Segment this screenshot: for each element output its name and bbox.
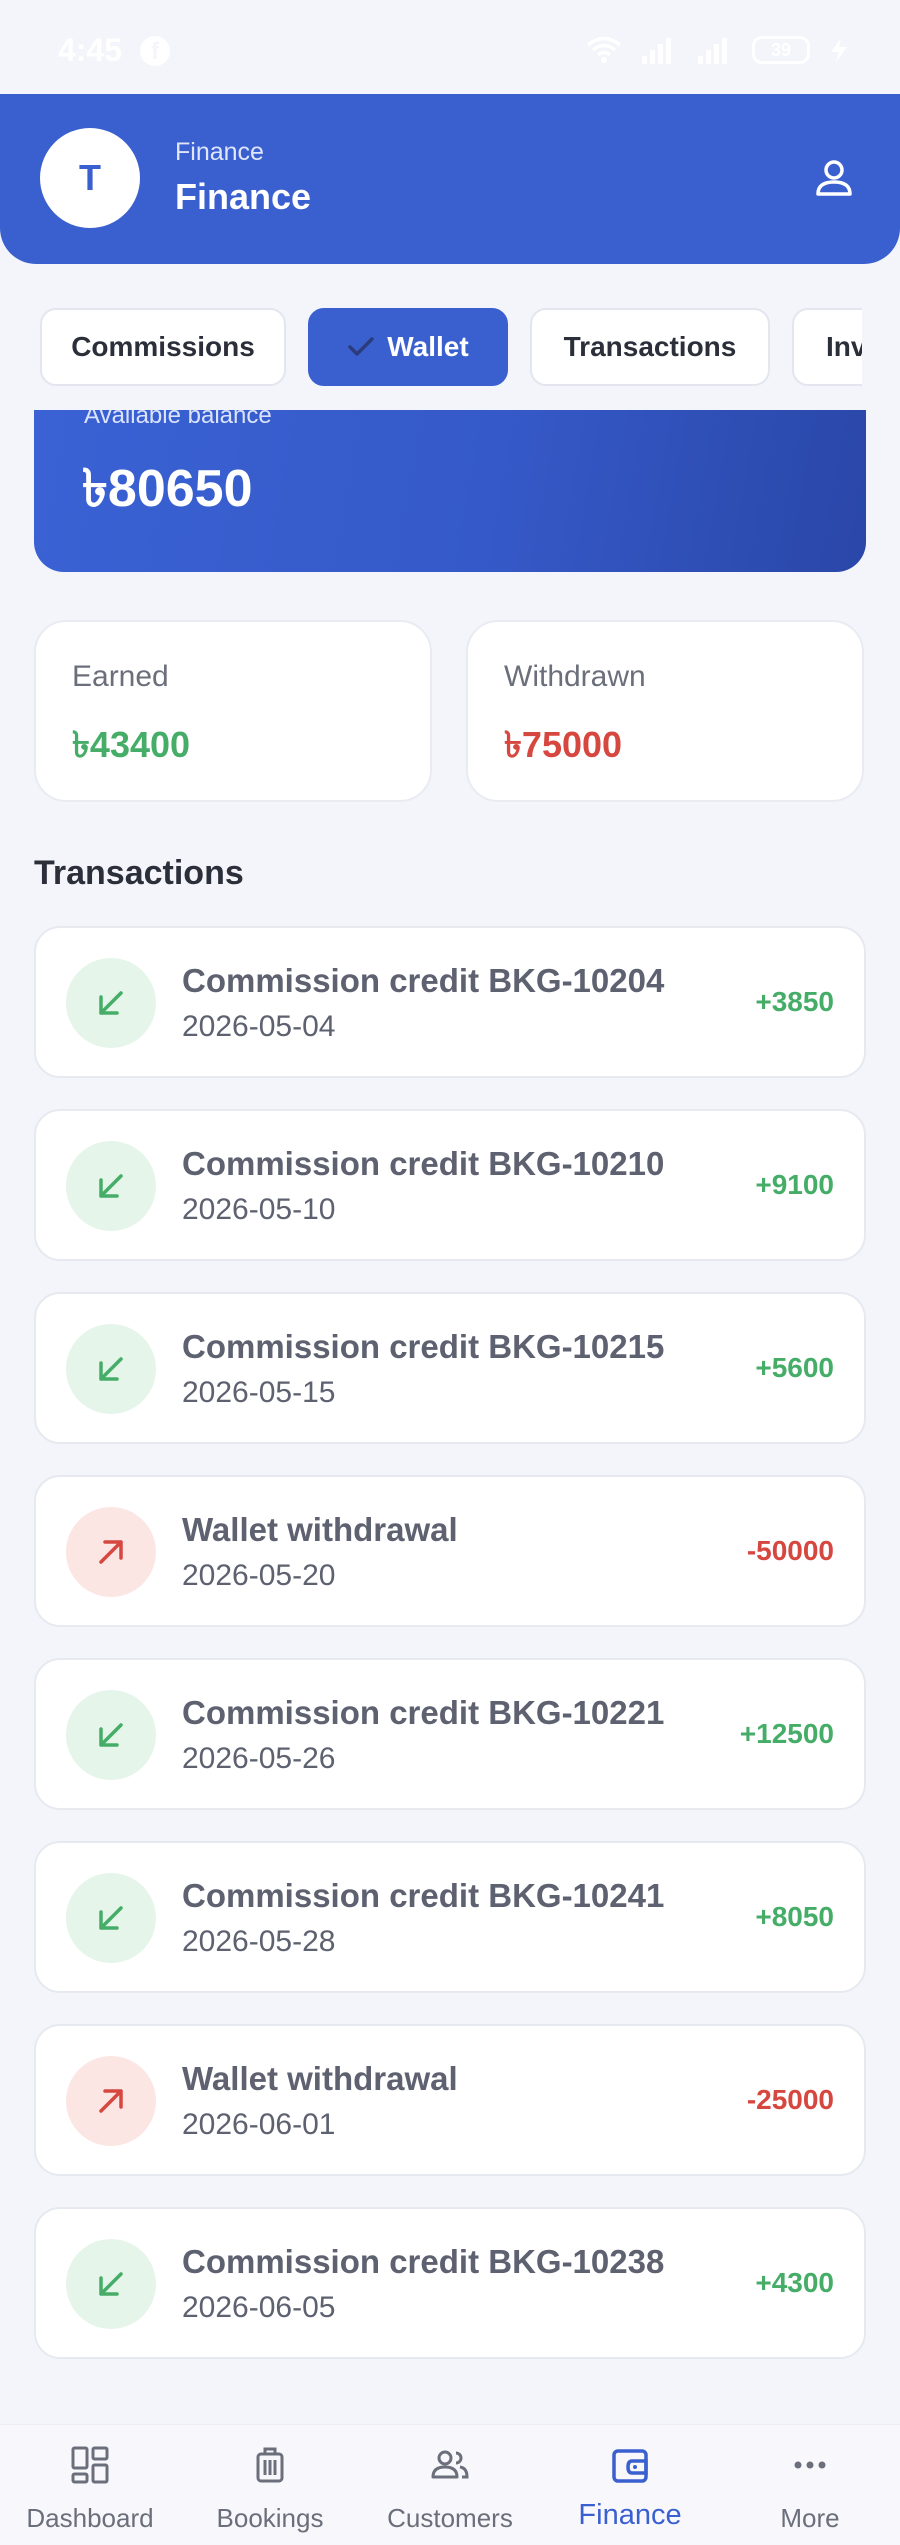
- transaction-date: 2026-05-28: [182, 1925, 336, 1958]
- finance-tabs: Commissions Wallet Transactions Inv: [0, 308, 862, 388]
- nav-label: Bookings: [216, 2503, 324, 2533]
- transaction-row[interactable]: Commission credit BKG-10238 2026-06-05 +43…: [34, 2207, 866, 2359]
- transaction-row[interactable]: Commission credit BKG-10221 2026-05-26 +12…: [34, 1658, 866, 1810]
- arrow-down-left-icon: [99, 1174, 123, 1198]
- transaction-direction-icon: [66, 1141, 156, 1231]
- page-title: Finance: [175, 176, 312, 217]
- nav-more[interactable]: More: [720, 2425, 900, 2545]
- transaction-row[interactable]: Commission credit BKG-10204 2026-05-04 +38…: [34, 926, 866, 1078]
- transaction-amount: +12500: [739, 1718, 834, 1749]
- withdrawn-card: Withdrawn ৳75000: [466, 620, 864, 802]
- transaction-title: Commission credit BKG-10210: [182, 1145, 665, 1182]
- balance-value: ৳80650: [82, 460, 253, 518]
- transaction-amount: +9100: [755, 1169, 834, 1200]
- nav-bookings[interactable]: Bookings: [180, 2425, 360, 2545]
- transaction-amount: +3850: [755, 986, 834, 1017]
- nav-label: More: [780, 2503, 840, 2533]
- status-time: 4:45: [58, 32, 123, 68]
- transaction-row[interactable]: Commission credit BKG-10241 2026-05-28 +80…: [34, 1841, 866, 1993]
- charging-icon: [831, 38, 847, 62]
- arrow-down-left-icon: [99, 2272, 123, 2296]
- transaction-direction-icon: [66, 1690, 156, 1780]
- check-icon: [348, 337, 375, 356]
- tab-commissions[interactable]: Commissions: [40, 308, 286, 386]
- transaction-amount: -50000: [746, 1535, 834, 1566]
- profile-icon[interactable]: [812, 156, 856, 200]
- transaction-date: 2026-06-05: [182, 2291, 336, 2324]
- transaction-date: 2026-06-01: [182, 2108, 336, 2141]
- transaction-direction-icon: [66, 2056, 156, 2146]
- transaction-direction-icon: [66, 1324, 156, 1414]
- transaction-row[interactable]: Commission credit BKG-10210 2026-05-10 +91…: [34, 1109, 866, 1261]
- arrow-down-left-icon: [99, 991, 123, 1015]
- earned-value: ৳43400: [72, 724, 191, 765]
- transactions-heading: Transactions: [34, 854, 244, 892]
- arrow-up-right-icon: [99, 2089, 123, 2113]
- status-bar: 4:45 f 39: [0, 0, 900, 94]
- signal-icon: [642, 38, 671, 64]
- earned-card: Earned ৳43400: [34, 620, 432, 802]
- transaction-direction-icon: [66, 1873, 156, 1963]
- bottom-nav: Dashboard Bookings Customers Finance Mor…: [0, 2424, 900, 2545]
- transaction-date: 2026-05-10: [182, 1193, 336, 1226]
- arrow-down-left-icon: [99, 1906, 123, 1930]
- tab-invoices[interactable]: Inv: [792, 308, 862, 386]
- status-icons: 39: [586, 36, 850, 64]
- transaction-direction-icon: [66, 1507, 156, 1597]
- facebook-notification-icon: f: [140, 36, 170, 66]
- tab-label: Inv: [826, 331, 862, 362]
- wifi-icon: [586, 36, 622, 63]
- withdrawn-value: ৳75000: [504, 724, 623, 765]
- luggage-icon: [256, 2447, 284, 2483]
- arrow-up-right-icon: [99, 1540, 123, 1564]
- tab-label: Transactions: [563, 331, 737, 362]
- dashboard-icon: [71, 2446, 109, 2484]
- balance-card: Available balance ৳80650: [34, 410, 866, 572]
- transaction-row[interactable]: Commission credit BKG-10215 2026-05-15 +56…: [34, 1292, 866, 1444]
- arrow-down-left-icon: [99, 1357, 123, 1381]
- nav-dashboard[interactable]: Dashboard: [0, 2425, 180, 2545]
- nav-label: Finance: [578, 2499, 682, 2531]
- transaction-amount: +8050: [755, 1901, 834, 1932]
- transaction-date: 2026-05-04: [182, 1010, 336, 1043]
- transaction-date: 2026-05-20: [182, 1559, 336, 1592]
- transaction-date: 2026-05-15: [182, 1376, 336, 1409]
- transaction-title: Commission credit BKG-10221: [182, 1694, 665, 1731]
- transaction-direction-icon: [66, 958, 156, 1048]
- tab-wallet[interactable]: Wallet: [308, 308, 508, 386]
- balance-label: Available balance: [84, 410, 272, 429]
- nav-label: Dashboard: [26, 2503, 154, 2533]
- transaction-title: Wallet withdrawal: [182, 1511, 458, 1548]
- people-icon: [431, 2450, 469, 2479]
- transaction-direction-icon: [66, 2239, 156, 2329]
- nav-label: Customers: [387, 2503, 513, 2533]
- avatar[interactable]: T: [40, 128, 140, 228]
- tab-label: Commissions: [71, 331, 255, 362]
- app-header: T Finance Finance: [0, 94, 900, 264]
- transaction-amount: +5600: [755, 1352, 834, 1383]
- transaction-amount: -25000: [746, 2084, 834, 2115]
- nav-finance[interactable]: Finance: [540, 2425, 720, 2545]
- transaction-title: Commission credit BKG-10215: [182, 1328, 665, 1365]
- battery-icon: 39: [752, 36, 810, 64]
- withdrawn-label: Withdrawn: [504, 660, 646, 693]
- transaction-title: Wallet withdrawal: [182, 2060, 458, 2097]
- transaction-title: Commission credit BKG-10241: [182, 1877, 665, 1914]
- header-subtitle: Finance: [175, 138, 264, 166]
- earned-label: Earned: [72, 660, 169, 693]
- tab-transactions[interactable]: Transactions: [530, 308, 770, 386]
- nav-customers[interactable]: Customers: [360, 2425, 540, 2545]
- transaction-row[interactable]: Wallet withdrawal 2026-05-20 -50000: [34, 1475, 866, 1627]
- transaction-date: 2026-05-26: [182, 1742, 336, 1775]
- wallet-icon: [612, 2449, 648, 2483]
- signal-icon-2: [698, 38, 727, 64]
- more-dots-icon: [794, 2461, 826, 2469]
- tab-label: Wallet: [387, 331, 469, 362]
- transaction-row[interactable]: Wallet withdrawal 2026-06-01 -25000: [34, 2024, 866, 2176]
- transaction-amount: +4300: [755, 2267, 834, 2298]
- arrow-down-left-icon: [99, 1723, 123, 1747]
- transaction-title: Commission credit BKG-10204: [182, 962, 665, 999]
- transaction-title: Commission credit BKG-10238: [182, 2243, 665, 2280]
